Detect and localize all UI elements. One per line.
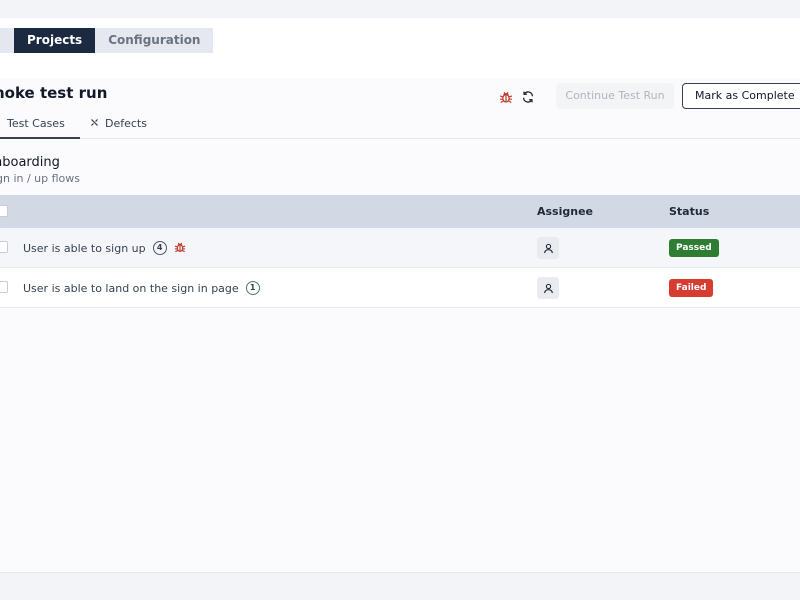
status-badge[interactable]: Failed <box>669 279 714 297</box>
mark-as-complete-button[interactable]: Mark as Complete <box>682 83 800 109</box>
tab-defects[interactable]: Defects <box>90 112 147 136</box>
column-assignee: Assignee <box>537 205 594 218</box>
tab-test-cases[interactable]: Test Cases <box>0 112 80 139</box>
user-icon <box>543 239 554 258</box>
bug-icon[interactable] <box>497 88 515 106</box>
page-title: noke test run <box>0 84 108 102</box>
assignee-avatar[interactable] <box>537 237 559 259</box>
bug-icon[interactable] <box>174 241 186 256</box>
nav-tabs: Projects Configuration <box>0 28 214 53</box>
continue-test-run-button[interactable]: Continue Test Run <box>556 83 674 109</box>
test-run-panel <box>0 78 800 572</box>
case-name-cell: User is able to sign up 4 <box>23 228 186 268</box>
nav-tab-hidden[interactable] <box>0 28 14 53</box>
refresh-icon[interactable] <box>519 88 537 106</box>
bottom-bar <box>0 572 800 600</box>
table-header: Assignee Status <box>0 195 800 228</box>
status-badge[interactable]: Passed <box>669 239 719 257</box>
tab-projects[interactable]: Projects <box>14 28 96 53</box>
defects-icon <box>90 112 99 136</box>
table-row[interactable]: User is able to land on the sign in page… <box>0 268 800 308</box>
row-checkbox[interactable] <box>0 241 8 253</box>
row-checkbox[interactable] <box>0 281 8 293</box>
tab-configuration[interactable]: Configuration <box>95 28 214 53</box>
table-row[interactable]: User is able to sign up 4 Passed <box>0 228 800 268</box>
user-icon <box>543 279 554 298</box>
run-tabs: Test Cases Defects <box>0 112 800 139</box>
select-all-checkbox[interactable] <box>0 205 8 217</box>
top-bar <box>0 0 800 18</box>
step-count-badge: 1 <box>245 281 260 295</box>
case-name-cell: User is able to land on the sign in page… <box>23 268 260 308</box>
column-status: Status <box>669 205 710 218</box>
section-title: nboarding <box>0 155 60 170</box>
assignee-avatar[interactable] <box>537 277 559 299</box>
step-count-badge: 4 <box>152 241 167 255</box>
case-name[interactable]: User is able to sign up <box>23 242 146 255</box>
case-name[interactable]: User is able to land on the sign in page <box>23 282 239 295</box>
section-subtitle: gn in / up flows <box>0 172 81 185</box>
defects-label: Defects <box>105 117 147 130</box>
